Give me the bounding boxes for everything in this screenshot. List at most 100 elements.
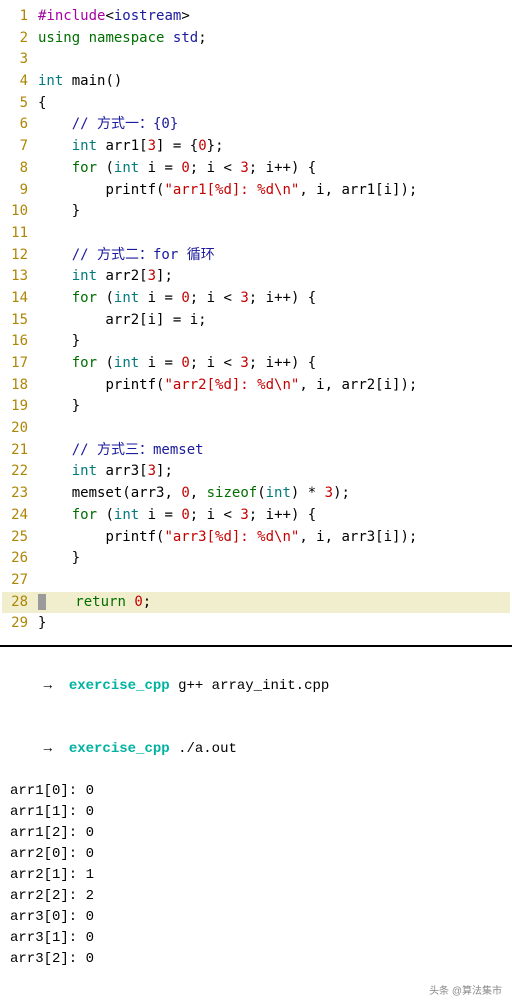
code-line[interactable]: 13 int arr2[3]; <box>2 266 510 288</box>
code-line[interactable]: 4int main() <box>2 71 510 93</box>
line-number: 21 <box>2 440 38 462</box>
code-line[interactable]: 10 } <box>2 201 510 223</box>
code-content[interactable]: int main() <box>38 71 510 93</box>
line-number: 27 <box>2 570 38 592</box>
terminal[interactable]: → exercise_cpp g++ array_init.cpp → exer… <box>0 651 512 982</box>
line-number: 15 <box>2 310 38 332</box>
code-content[interactable]: } <box>38 396 510 418</box>
code-line[interactable]: 2using namespace std; <box>2 28 510 50</box>
line-number: 29 <box>2 613 38 635</box>
code-content[interactable]: arr2[i] = i; <box>38 310 510 332</box>
code-line[interactable]: 14 for (int i = 0; i < 3; i++) { <box>2 288 510 310</box>
code-line[interactable]: 18 printf("arr2[%d]: %d\n", i, arr2[i]); <box>2 375 510 397</box>
code-content[interactable]: printf("arr1[%d]: %d\n", i, arr1[i]); <box>38 180 510 202</box>
line-number: 11 <box>2 223 38 245</box>
watermark: 头条 @算法集市 <box>0 982 512 1001</box>
code-line[interactable]: 8 for (int i = 0; i < 3; i++) { <box>2 158 510 180</box>
code-line[interactable]: 29} <box>2 613 510 635</box>
code-content[interactable]: for (int i = 0; i < 3; i++) { <box>38 158 510 180</box>
code-content[interactable]: } <box>38 613 510 635</box>
code-content[interactable] <box>38 49 510 71</box>
line-number: 4 <box>2 71 38 93</box>
prompt-arrow-icon: → <box>44 741 52 757</box>
code-content[interactable]: using namespace std; <box>38 28 510 50</box>
code-line[interactable]: 21 // 方式三：memset <box>2 440 510 462</box>
line-number: 18 <box>2 375 38 397</box>
code-line[interactable]: 20 <box>2 418 510 440</box>
code-line[interactable]: 1#include<iostream> <box>2 6 510 28</box>
code-content[interactable]: } <box>38 548 510 570</box>
code-content[interactable]: for (int i = 0; i < 3; i++) { <box>38 353 510 375</box>
code-editor[interactable]: 1#include<iostream>2using namespace std;… <box>0 0 512 641</box>
terminal-cwd: exercise_cpp <box>69 678 170 694</box>
code-line[interactable]: 23 memset(arr3, 0, sizeof(int) * 3); <box>2 483 510 505</box>
terminal-output-line: arr3[0]: 0 <box>10 907 502 928</box>
terminal-output-line: arr3[1]: 0 <box>10 928 502 949</box>
code-content[interactable]: return 0; <box>38 592 510 614</box>
code-content[interactable]: #include<iostream> <box>38 6 510 28</box>
terminal-cmd-2: → exercise_cpp ./a.out <box>10 718 502 781</box>
code-line[interactable]: 25 printf("arr3[%d]: %d\n", i, arr3[i]); <box>2 527 510 549</box>
code-content[interactable]: // 方式一：{0} <box>38 114 510 136</box>
line-number: 9 <box>2 180 38 202</box>
code-content[interactable] <box>38 223 510 245</box>
code-content[interactable]: for (int i = 0; i < 3; i++) { <box>38 505 510 527</box>
terminal-output-line: arr2[0]: 0 <box>10 844 502 865</box>
line-number: 28 <box>2 592 38 614</box>
code-line[interactable]: 11 <box>2 223 510 245</box>
line-number: 24 <box>2 505 38 527</box>
code-content[interactable]: // 方式二：for 循环 <box>38 245 510 267</box>
code-content[interactable]: int arr1[3] = {0}; <box>38 136 510 158</box>
terminal-output-line: arr1[0]: 0 <box>10 781 502 802</box>
code-line[interactable]: 5{ <box>2 93 510 115</box>
line-number: 7 <box>2 136 38 158</box>
line-number: 5 <box>2 93 38 115</box>
code-line[interactable]: 6 // 方式一：{0} <box>2 114 510 136</box>
code-line[interactable]: 28 return 0; <box>2 592 510 614</box>
terminal-cwd: exercise_cpp <box>69 741 170 757</box>
line-number: 16 <box>2 331 38 353</box>
code-content[interactable]: { <box>38 93 510 115</box>
code-content[interactable]: printf("arr2[%d]: %d\n", i, arr2[i]); <box>38 375 510 397</box>
line-number: 26 <box>2 548 38 570</box>
code-line[interactable]: 19 } <box>2 396 510 418</box>
code-line[interactable]: 15 arr2[i] = i; <box>2 310 510 332</box>
code-line[interactable]: 12 // 方式二：for 循环 <box>2 245 510 267</box>
line-number: 22 <box>2 461 38 483</box>
code-line[interactable]: 3 <box>2 49 510 71</box>
line-number: 8 <box>2 158 38 180</box>
code-line[interactable]: 26 } <box>2 548 510 570</box>
code-content[interactable]: // 方式三：memset <box>38 440 510 462</box>
terminal-output-line: arr3[2]: 0 <box>10 949 502 970</box>
code-content[interactable]: for (int i = 0; i < 3; i++) { <box>38 288 510 310</box>
code-line[interactable]: 24 for (int i = 0; i < 3; i++) { <box>2 505 510 527</box>
terminal-cmd-text: g++ array_init.cpp <box>178 678 329 694</box>
terminal-output-line: arr2[1]: 1 <box>10 865 502 886</box>
code-content[interactable]: printf("arr3[%d]: %d\n", i, arr3[i]); <box>38 527 510 549</box>
terminal-output: arr1[0]: 0arr1[1]: 0arr1[2]: 0arr2[0]: 0… <box>10 781 502 970</box>
line-number: 20 <box>2 418 38 440</box>
line-number: 10 <box>2 201 38 223</box>
code-line[interactable]: 17 for (int i = 0; i < 3; i++) { <box>2 353 510 375</box>
divider <box>0 645 512 647</box>
line-number: 2 <box>2 28 38 50</box>
prompt-arrow-icon: → <box>44 678 52 694</box>
code-content[interactable]: int arr3[3]; <box>38 461 510 483</box>
code-line[interactable]: 22 int arr3[3]; <box>2 461 510 483</box>
terminal-cmd-text: ./a.out <box>178 741 237 757</box>
line-number: 25 <box>2 527 38 549</box>
line-number: 17 <box>2 353 38 375</box>
code-line[interactable]: 27 <box>2 570 510 592</box>
code-line[interactable]: 9 printf("arr1[%d]: %d\n", i, arr1[i]); <box>2 180 510 202</box>
code-content[interactable]: } <box>38 331 510 353</box>
code-content[interactable] <box>38 570 510 592</box>
code-content[interactable]: memset(arr3, 0, sizeof(int) * 3); <box>38 483 510 505</box>
code-content[interactable]: int arr2[3]; <box>38 266 510 288</box>
code-content[interactable] <box>38 418 510 440</box>
line-number: 3 <box>2 49 38 71</box>
terminal-output-line: arr2[2]: 2 <box>10 886 502 907</box>
line-number: 14 <box>2 288 38 310</box>
code-content[interactable]: } <box>38 201 510 223</box>
code-line[interactable]: 16 } <box>2 331 510 353</box>
code-line[interactable]: 7 int arr1[3] = {0}; <box>2 136 510 158</box>
